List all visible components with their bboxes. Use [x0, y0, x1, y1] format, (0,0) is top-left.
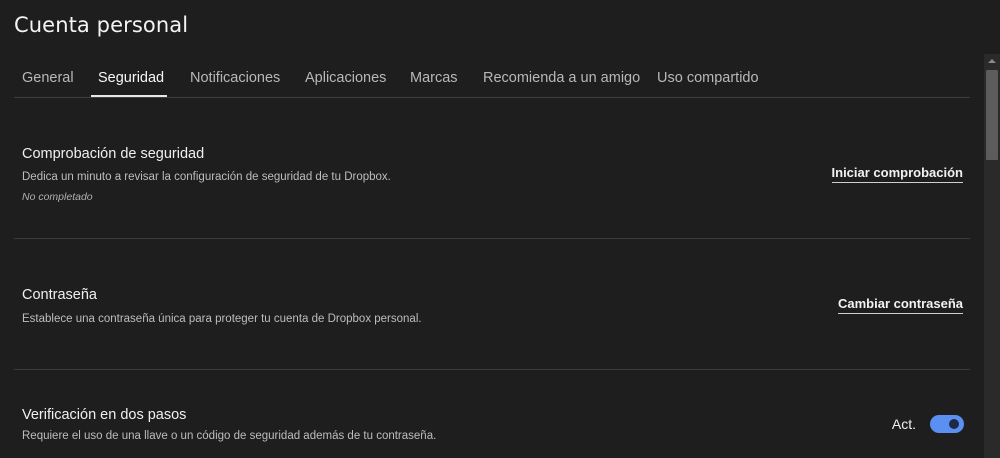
- tab-applications[interactable]: Aplicaciones: [305, 70, 386, 86]
- security-check-title: Comprobación de seguridad: [22, 146, 205, 162]
- start-security-check-button[interactable]: Iniciar comprobación: [831, 165, 963, 183]
- security-check-status: No completado: [22, 191, 93, 203]
- tab-bar: General Seguridad Notificaciones Aplicac…: [14, 60, 970, 98]
- password-section: Contraseña Establece una contraseña únic…: [14, 239, 970, 369]
- tab-notifications[interactable]: Notificaciones: [190, 70, 280, 86]
- tab-brands[interactable]: Marcas: [410, 70, 458, 86]
- settings-page: Cuenta personal General Seguridad Notifi…: [0, 0, 1000, 458]
- two-step-toggle[interactable]: [930, 415, 964, 433]
- two-step-section: Verificación en dos pasos Requiere el us…: [14, 370, 970, 458]
- tab-general[interactable]: General: [22, 70, 74, 86]
- tab-sharing[interactable]: Uso compartido: [657, 70, 759, 86]
- vertical-scrollbar[interactable]: [984, 54, 1000, 458]
- scrollbar-thumb[interactable]: [986, 70, 998, 160]
- security-check-description: Dedica un minuto a revisar la configurac…: [22, 171, 391, 183]
- two-step-title: Verificación en dos pasos: [22, 407, 187, 423]
- change-password-button[interactable]: Cambiar contraseña: [838, 296, 963, 314]
- two-step-toggle-label: Act.: [891, 416, 916, 432]
- page-title: Cuenta personal: [14, 13, 189, 37]
- security-check-section: Comprobación de seguridad Dedica un minu…: [14, 97, 970, 238]
- scroll-up-arrow-icon[interactable]: [984, 54, 1000, 68]
- tab-security[interactable]: Seguridad: [98, 70, 164, 86]
- tab-refer-friend[interactable]: Recomienda a un amigo: [483, 70, 640, 86]
- password-title: Contraseña: [22, 287, 97, 303]
- two-step-description: Requiere el uso de una llave o un código…: [22, 430, 437, 442]
- toggle-knob: [949, 419, 959, 429]
- password-description: Establece una contraseña única para prot…: [22, 313, 422, 325]
